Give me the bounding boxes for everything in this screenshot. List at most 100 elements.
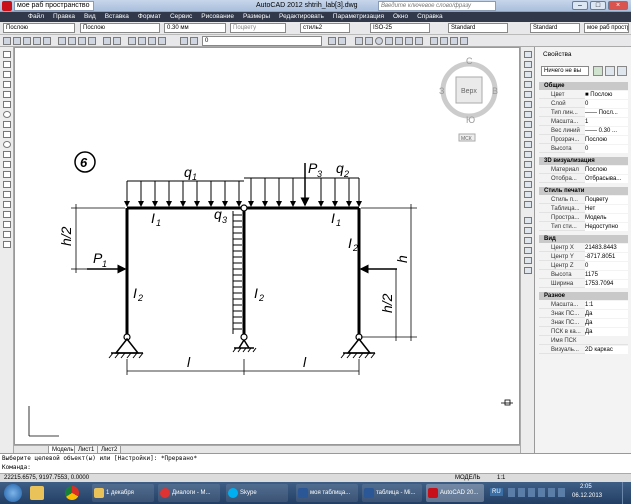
dim-aligned-icon[interactable] — [524, 227, 532, 234]
property-row[interactable]: Тип лин... —— Посл... — [539, 109, 628, 117]
layer-manager-icon[interactable] — [180, 37, 188, 45]
rectangle-tool-icon[interactable] — [3, 91, 11, 98]
property-value[interactable]: Да — [585, 319, 628, 327]
offset-icon[interactable] — [524, 81, 532, 88]
property-value[interactable]: 1 — [585, 118, 628, 126]
property-row[interactable]: Цвет ■ Послою — [539, 91, 628, 99]
break-icon[interactable] — [524, 161, 532, 168]
textstyle-combo[interactable]: стиль2 — [300, 23, 350, 33]
trim-icon[interactable] — [524, 141, 532, 148]
property-row[interactable]: Центр X 21483.8443 — [539, 244, 628, 252]
maximize-button[interactable]: □ — [590, 1, 606, 10]
revcloud-tool-icon[interactable] — [3, 121, 11, 128]
clock-date[interactable]: 06.12.2013 — [572, 493, 602, 499]
copy-object-icon[interactable] — [524, 61, 532, 68]
property-row[interactable]: Слой 0 — [539, 100, 628, 108]
print-icon[interactable] — [33, 37, 41, 45]
ellipse-tool-icon[interactable] — [3, 141, 11, 148]
zoom-icon[interactable] — [138, 37, 146, 45]
property-row[interactable]: Высота 0 — [539, 145, 628, 153]
fillet-icon[interactable] — [524, 191, 532, 198]
menu-dimension[interactable]: Размеры — [243, 13, 270, 20]
polygon-tool-icon[interactable] — [3, 81, 11, 88]
property-value[interactable]: Нет — [585, 205, 628, 213]
property-row[interactable]: Таблица... Нет — [539, 205, 628, 213]
dim-angular-icon[interactable] — [524, 247, 532, 254]
property-value[interactable]: Модель — [585, 214, 628, 222]
property-value[interactable]: Послою — [585, 136, 628, 144]
zoom-window-icon[interactable] — [148, 37, 156, 45]
menu-view[interactable]: Вид — [84, 13, 96, 20]
make-block-icon[interactable] — [3, 171, 11, 178]
menu-help[interactable]: Справка — [417, 13, 443, 20]
property-row[interactable]: Ширина 1753.7094 — [539, 280, 628, 288]
point-tool-icon[interactable] — [3, 181, 11, 188]
property-value[interactable]: Недоступно — [585, 223, 628, 231]
polyline-tool-icon[interactable] — [3, 71, 11, 78]
make-current-icon[interactable] — [328, 37, 336, 45]
pickadd-icon[interactable] — [593, 66, 603, 76]
workspace-combo[interactable]: мое раб простр — [584, 23, 629, 33]
taskbar-item-word1[interactable]: моя таблица... — [296, 484, 358, 502]
hatch-icon[interactable] — [405, 37, 413, 45]
dimstyle-combo[interactable]: ISO-25 — [370, 23, 430, 33]
selection-combo[interactable]: Ничего не вы — [541, 66, 589, 76]
property-value[interactable]: 0 — [585, 145, 628, 153]
lineweight-combo[interactable]: 0.30 мм — [164, 23, 226, 33]
command-prompt[interactable]: Команда: — [0, 463, 631, 472]
property-row[interactable]: Стиль п... Поцвету — [539, 196, 628, 204]
property-row[interactable]: Простра... Модель — [539, 214, 628, 222]
save-icon[interactable] — [23, 37, 31, 45]
line-icon[interactable] — [355, 37, 363, 45]
menu-draw[interactable]: Рисование — [201, 13, 234, 20]
layer-previous-icon[interactable] — [338, 37, 346, 45]
redo-icon[interactable] — [113, 37, 121, 45]
property-row[interactable]: Центр Z 0 — [539, 262, 628, 270]
menu-insert[interactable]: Вставка — [105, 13, 129, 20]
property-row[interactable]: Знак ПС... Да — [539, 319, 628, 327]
property-value[interactable]: Да — [585, 328, 628, 336]
layer-combo[interactable]: 0 — [202, 36, 322, 46]
property-value[interactable]: -8717.8051 — [585, 253, 628, 261]
property-section-header[interactable]: Разное — [539, 292, 628, 300]
pan-icon[interactable] — [128, 37, 136, 45]
property-value[interactable]: Послою — [585, 166, 628, 174]
property-value[interactable]: 1:1 — [585, 301, 628, 309]
property-section-header[interactable]: Стиль печати — [539, 187, 628, 195]
extend-icon[interactable] — [524, 151, 532, 158]
property-section-header[interactable]: Вид — [539, 235, 628, 243]
tablestyle-combo[interactable]: Standard — [448, 23, 508, 33]
property-row[interactable]: Вес линий —— 0.30 ... — [539, 127, 628, 135]
dim-radius-icon[interactable] — [524, 237, 532, 244]
property-row[interactable]: Знак ПС... Да — [539, 310, 628, 318]
clock-time[interactable]: 2:05 — [580, 484, 592, 490]
property-value[interactable]: ■ Послою — [585, 91, 628, 99]
property-value[interactable]: Да — [585, 310, 628, 318]
add-selected-icon[interactable] — [3, 241, 11, 248]
spline-tool-icon[interactable] — [3, 131, 11, 138]
cut-icon[interactable] — [58, 37, 66, 45]
linetype-combo[interactable]: Послою — [80, 23, 160, 33]
property-row[interactable]: Масшта... 1:1 — [539, 301, 628, 309]
property-row[interactable]: Прозрач... Послою — [539, 136, 628, 144]
mleaderstyle-combo[interactable]: Standard — [530, 23, 580, 33]
property-row[interactable]: ПСК в ка... Да — [539, 328, 628, 336]
minimize-button[interactable]: – — [572, 1, 588, 10]
new-icon[interactable] — [3, 37, 11, 45]
properties-icon[interactable] — [440, 37, 448, 45]
menu-edit[interactable]: Правка — [53, 13, 75, 20]
array-icon[interactable] — [524, 91, 532, 98]
taskbar-item-word2[interactable]: таблица - Mi... — [362, 484, 422, 502]
menu-tools[interactable]: Сервис — [170, 13, 192, 20]
gradient-tool-icon[interactable] — [3, 201, 11, 208]
property-value[interactable]: —— Посл... — [585, 109, 628, 117]
menu-parametric[interactable]: Параметризация — [333, 13, 384, 20]
menu-file[interactable]: Файл — [28, 13, 44, 20]
property-value[interactable]: 2D каркас — [585, 346, 628, 354]
region-tool-icon[interactable] — [3, 211, 11, 218]
open-icon[interactable] — [13, 37, 21, 45]
leader-icon[interactable] — [524, 257, 532, 264]
language-indicator[interactable]: RU — [490, 488, 503, 496]
property-value[interactable]: 21483.8443 — [585, 244, 628, 252]
preview-icon[interactable] — [43, 37, 51, 45]
